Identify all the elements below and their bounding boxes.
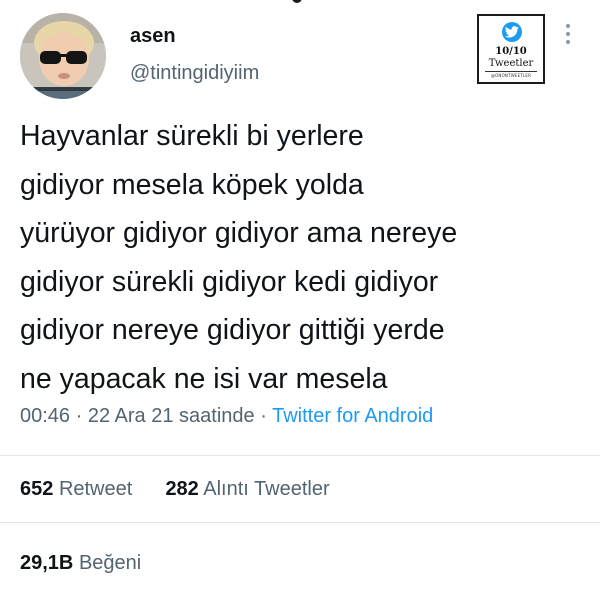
tweet-date[interactable]: 22 Ara 21 saatinde (88, 405, 255, 427)
more-options-button[interactable] (561, 24, 575, 50)
like-stats: 29,1B Beğeni (20, 552, 141, 575)
profile-photo-icon (20, 13, 106, 99)
watermark-handle: @ONONTWEETLER (490, 73, 532, 78)
retweets-count: 652 (20, 478, 54, 500)
tweet-line: gidiyor mesela köpek yolda (20, 168, 364, 201)
user-handle[interactable]: @tintingidiyiim (130, 62, 259, 85)
more-dot-icon (566, 24, 570, 28)
avatar[interactable] (20, 13, 106, 99)
tweet-time[interactable]: 00:46 (20, 405, 70, 427)
likes-label: Beğeni (78, 552, 142, 574)
tweet-line: Hayvanlar sürekli bi yerlere (20, 120, 364, 152)
tweet-meta: 00:46 · 22 Ara 21 saatinde · Twitter for… (20, 405, 433, 428)
quotes-stat[interactable]: 282 Alıntı Tweetler (160, 478, 330, 500)
retweets-label: Retweet (58, 478, 133, 500)
more-dot-icon (566, 40, 570, 44)
watermark-rule (485, 71, 537, 72)
divider (0, 522, 600, 523)
retweet-stats: 652 Retweet 282 Alıntı Tweetler (20, 478, 330, 501)
display-name[interactable]: asen (130, 25, 176, 48)
quotes-label: Alıntı Tweetler (203, 478, 330, 500)
more-dot-icon (566, 32, 570, 36)
twitter-bird-icon (502, 22, 522, 42)
tweet-text: Hayvanlar sürekli bi yerlere gidiyor mes… (20, 112, 590, 403)
likes-count: 29,1B (20, 552, 74, 574)
retweets-stat[interactable]: 652 Retweet (20, 478, 138, 500)
divider (0, 455, 600, 456)
watermark-score: 10/10 (495, 46, 527, 57)
meta-separator: · (75, 405, 83, 427)
tweet-line: ne yapacak ne isi var mesela (20, 362, 388, 395)
watermark-label: Tweetler (488, 58, 534, 69)
meta-separator: · (260, 405, 267, 427)
tweet-source-link[interactable]: Twitter for Android (272, 405, 433, 427)
quotes-count: 282 (165, 478, 199, 500)
likes-stat[interactable]: 29,1B Beğeni (20, 552, 141, 574)
tweet-line: gidiyor sürekli gidiyor kedi gidiyor (20, 265, 439, 298)
tweet-line: gidiyor nereye gidiyor gittiği yerde (20, 314, 445, 346)
watermark-badge: 10/10 Tweetler @ONONTWEETLER (477, 14, 545, 84)
tweet-line: yürüyor gidiyor gidiyor ama nereye (20, 217, 458, 249)
